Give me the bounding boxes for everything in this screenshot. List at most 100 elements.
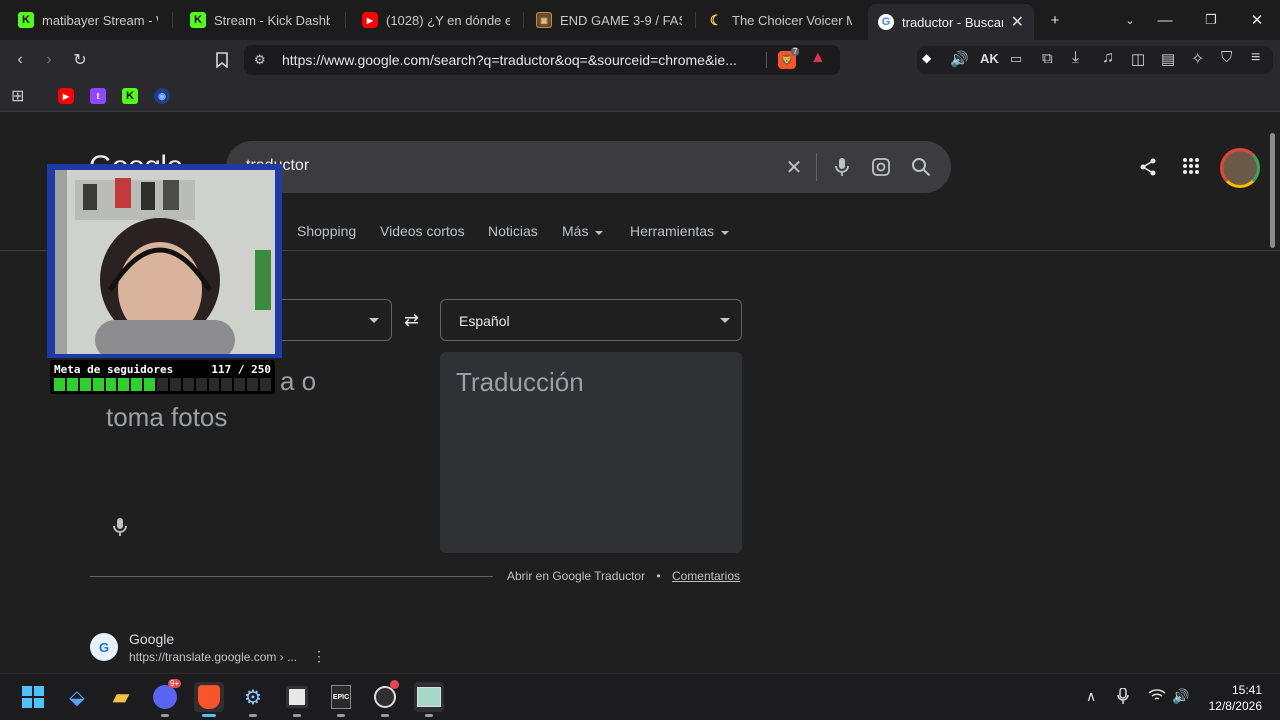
goal-progress-segment [66, 378, 78, 391]
system-clock[interactable]: 15:41 12/8/2026 [1204, 682, 1262, 714]
goal-progress-segment [131, 378, 143, 391]
sidebar-icon[interactable]: ◫ [1131, 50, 1145, 68]
tray-microphone-icon[interactable] [1117, 687, 1129, 707]
result-site-name[interactable]: Google [129, 631, 174, 647]
music-icon[interactable]: ♫ [1102, 49, 1114, 67]
volume-icon[interactable]: 🔊 [1172, 688, 1189, 705]
search-box[interactable]: traductor ✕ [226, 141, 951, 193]
apps-grid-icon[interactable]: ⊞ [11, 86, 24, 106]
page-scrollbar[interactable] [1270, 133, 1275, 248]
kick-icon: K [190, 12, 206, 28]
address-bar[interactable]: ⚙ https://www.google.com/search?q=traduc… [244, 45, 840, 75]
url-text[interactable]: https://www.google.com/search?q=traducto… [282, 52, 752, 68]
tab-google-search[interactable]: G traductor - Buscar ✕ [868, 4, 1034, 40]
tab-choicer-voicer[interactable]: ☾ The Choicer Voicer Mo [698, 6, 862, 34]
menu-icon[interactable]: ≡ [1251, 49, 1260, 67]
tab-search-icon[interactable]: ⌄ [1118, 8, 1142, 32]
windows-taskbar: ⬙ ▰ 9+ ⚙ EPIC ∧ 🔊 15:41 12/8/2026 [0, 673, 1280, 720]
translate-footer: Abrir en Google Traductor • Comentarios [507, 569, 740, 583]
result-url[interactable]: https://translate.google.com › ... [129, 650, 297, 664]
reload-icon[interactable]: ↻ [68, 48, 92, 72]
swap-languages-icon[interactable]: ⇄ [404, 310, 419, 331]
search-icon[interactable] [909, 155, 933, 179]
goal-progress-segment [118, 378, 130, 391]
audio-icon[interactable]: 🔊 [950, 50, 969, 68]
extensions-puzzle-icon[interactable]: ⧉ [1042, 50, 1053, 67]
tab-videos-cortos[interactable]: Videos cortos [380, 223, 465, 239]
brave-rewards-icon[interactable]: ▲ [810, 49, 826, 67]
moon-icon: ☾ [709, 11, 723, 28]
goal-progress-segment [260, 378, 271, 391]
tab-youtube[interactable]: ▶ (1028) ¿Y en dónde est [352, 6, 520, 34]
image-app-icon[interactable] [414, 682, 444, 717]
recording-indicator-icon [390, 680, 399, 689]
minimize-icon[interactable]: — [1153, 8, 1177, 32]
download-icon[interactable]: ⤓ [1072, 49, 1079, 67]
forward-icon[interactable]: › [37, 48, 61, 72]
open-in-translate-link[interactable]: Abrir en Google Traductor [507, 569, 645, 583]
tab-kick-dashboard[interactable]: K Stream - Kick Dashboa [180, 6, 340, 34]
leo-ai-icon[interactable]: ✧ [1191, 49, 1204, 69]
tray-expand-icon[interactable]: ∧ [1086, 688, 1096, 705]
goal-progress-segment [144, 378, 155, 391]
extension-ak-icon[interactable]: AK [980, 51, 999, 66]
new-tab-icon[interactable]: + [1043, 8, 1067, 32]
goal-progress-segment [157, 378, 168, 391]
source-placeholder-line2: toma fotos [106, 402, 228, 432]
wifi-icon[interactable] [1148, 688, 1166, 705]
steam-icon[interactable]: ⚙ [238, 682, 268, 717]
feedback-link[interactable]: Comentarios [672, 569, 740, 583]
twitch-bookmark-icon[interactable]: t [90, 88, 106, 104]
webcam-image [55, 170, 275, 354]
window-close-icon[interactable]: ✕ [1245, 8, 1269, 32]
goal-progress-segment [221, 378, 233, 391]
kick-icon: K [18, 12, 34, 28]
bookmark-globe-icon[interactable]: ◉ [154, 88, 170, 104]
shield-count-badge: 7 [791, 47, 800, 56]
tab-kick-stream[interactable]: K matibayer Stream - Wa [8, 6, 168, 34]
vpn-shield-icon[interactable]: ⛉ [1221, 49, 1232, 66]
tab-title: END GAME 3-9 / FAST [560, 12, 682, 28]
microphone-icon[interactable] [113, 517, 127, 542]
divider [90, 576, 493, 577]
goal-progress-bar [54, 378, 271, 391]
wallet-icon[interactable]: ▤ [1161, 50, 1175, 68]
youtube-bookmark-icon[interactable]: ▶ [58, 88, 74, 104]
extensions-bar: ◆ 🔊 AK ▭ ⧉ ⤓ ♫ ◫ ▤ ✧ ⛉ ≡ [917, 46, 1273, 74]
tab-shopping[interactable]: Shopping [297, 223, 356, 239]
share-icon[interactable] [1138, 157, 1158, 182]
brave-browser-icon[interactable] [194, 682, 224, 717]
clear-search-icon[interactable]: ✕ [782, 155, 806, 179]
tab-noticias[interactable]: Noticias [488, 223, 538, 239]
bookmark-icon[interactable] [210, 48, 234, 72]
tab-mas[interactable]: Más [562, 223, 588, 239]
tab-endgame[interactable]: ▣ END GAME 3-9 / FAST [526, 6, 692, 34]
discord-icon[interactable]: 9+ [150, 679, 182, 717]
back-icon[interactable]: ‹ [8, 48, 32, 72]
target-language-select[interactable]: Español [440, 299, 742, 341]
site-settings-icon[interactable]: ⚙ [254, 52, 266, 68]
goal-progress-segment [79, 378, 91, 391]
account-avatar[interactable] [1220, 148, 1260, 188]
obs-icon[interactable] [370, 680, 400, 717]
app-diamond-icon[interactable]: ⬙ [62, 682, 92, 712]
goal-progress-segment [92, 378, 104, 391]
extension-gamepad-icon[interactable]: ▭ [1010, 51, 1022, 67]
epic-games-icon[interactable]: EPIC [326, 682, 356, 717]
start-menu-icon[interactable] [18, 682, 48, 712]
goal-progress-segment [247, 378, 258, 391]
close-tab-icon[interactable]: ✕ [1011, 12, 1024, 32]
more-options-icon[interactable]: ⋮ [312, 648, 326, 665]
kick-bookmark-icon[interactable]: K [122, 88, 138, 104]
voice-search-icon[interactable] [830, 155, 854, 179]
webcam-overlay [47, 164, 282, 358]
extension-diamond-icon[interactable]: ◆ [922, 51, 940, 69]
google-apps-icon[interactable] [1182, 157, 1200, 180]
lens-search-icon[interactable] [869, 155, 893, 179]
editor-app-icon[interactable] [282, 682, 312, 717]
tools-button[interactable]: Herramientas [630, 223, 714, 239]
file-explorer-icon[interactable]: ▰ [106, 682, 136, 712]
restore-icon[interactable]: ❐ [1199, 8, 1223, 32]
goal-progress-segment [234, 378, 246, 391]
endgame-icon: ▣ [536, 12, 552, 28]
